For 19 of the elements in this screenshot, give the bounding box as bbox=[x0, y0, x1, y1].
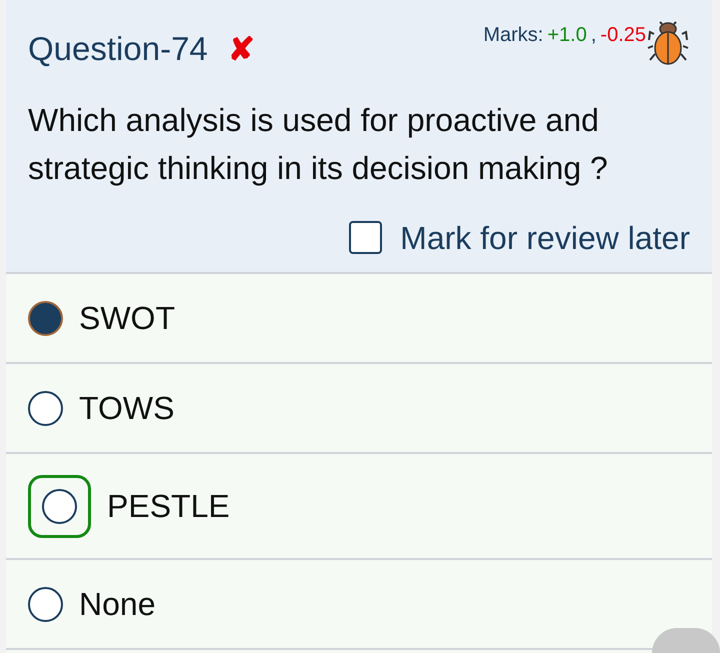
option-label[interactable]: PESTLE bbox=[107, 482, 230, 530]
marks-separator: , bbox=[590, 23, 596, 48]
option-label[interactable]: SWOT bbox=[79, 294, 175, 342]
question-title: Question-74 bbox=[28, 29, 208, 69]
option-row[interactable]: SWOT bbox=[6, 274, 712, 364]
radio-button[interactable] bbox=[28, 586, 63, 622]
option-label[interactable]: None bbox=[79, 580, 156, 628]
marks-label: Marks: bbox=[483, 23, 544, 48]
question-text: Which analysis is used for proactive and strategic thinking in its decision making ? bbox=[28, 100, 609, 188]
option-label[interactable]: TOWS bbox=[79, 384, 174, 432]
radio-button[interactable] bbox=[42, 488, 77, 524]
wrong-mark: ✘ bbox=[228, 30, 255, 69]
negative-marks: -0.25 bbox=[600, 23, 646, 48]
radio-button[interactable] bbox=[28, 390, 63, 426]
radio-button[interactable] bbox=[28, 300, 63, 336]
review-checkbox[interactable] bbox=[349, 221, 382, 254]
review-label[interactable]: Mark for review later bbox=[400, 214, 690, 262]
positive-marks: +1.0 bbox=[547, 23, 587, 48]
option-row[interactable]: TOWS bbox=[6, 364, 712, 454]
